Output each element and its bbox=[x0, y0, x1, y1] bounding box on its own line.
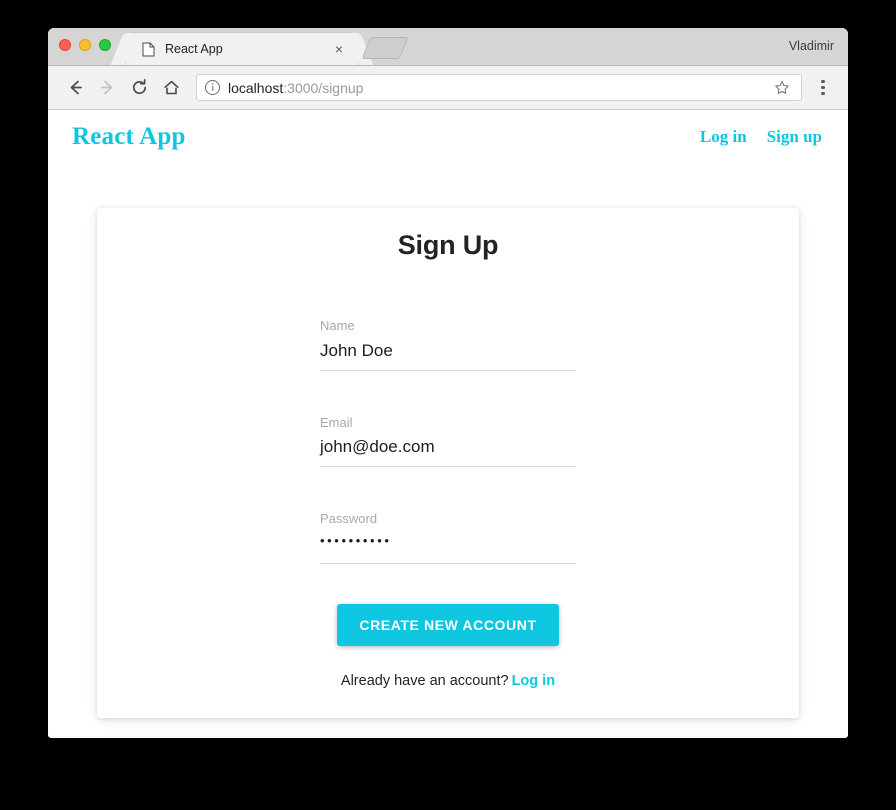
star-icon[interactable] bbox=[771, 77, 793, 99]
footer-text: Already have an account? bbox=[340, 672, 509, 689]
reload-icon[interactable] bbox=[124, 73, 154, 103]
browser-tab[interactable]: React App × bbox=[126, 33, 358, 65]
menu-dot bbox=[821, 85, 825, 90]
minimize-window-button[interactable] bbox=[79, 39, 91, 51]
maximize-window-button[interactable] bbox=[99, 39, 111, 51]
url-text: localhost:3000/signup bbox=[228, 80, 763, 96]
url-path: :3000/signup bbox=[283, 79, 364, 96]
submit-row: CREATE NEW ACCOUNT bbox=[320, 603, 576, 646]
footer-login-link[interactable]: Log in bbox=[512, 673, 556, 689]
url-host: localhost bbox=[228, 79, 284, 96]
page-title: Sign Up bbox=[397, 230, 499, 260]
document-icon bbox=[142, 42, 155, 57]
three-dot-menu-icon[interactable] bbox=[810, 73, 836, 103]
back-icon[interactable] bbox=[60, 73, 90, 103]
nav-link-login[interactable]: Log in bbox=[700, 127, 747, 147]
create-account-button[interactable]: CREATE NEW ACCOUNT bbox=[337, 603, 559, 646]
nav-link-signup[interactable]: Sign up bbox=[767, 127, 822, 147]
field-name: Name John Doe bbox=[320, 318, 576, 371]
browser-toolbar: localhost:3000/signup bbox=[48, 66, 848, 110]
card-footer: Already have an account? Log in bbox=[320, 673, 576, 689]
password-input[interactable]: •••••••••• bbox=[320, 533, 576, 564]
password-label: Password bbox=[320, 511, 378, 527]
app-nav-links: Log in Sign up bbox=[700, 127, 822, 147]
close-window-button[interactable] bbox=[59, 39, 71, 51]
email-label: Email bbox=[320, 414, 353, 430]
tab-title: React App bbox=[165, 42, 223, 56]
menu-dot bbox=[821, 92, 825, 96]
browser-window: React App × Vladimir localhost:3000/sign… bbox=[48, 28, 848, 738]
info-icon[interactable] bbox=[205, 80, 220, 95]
menu-dot bbox=[821, 79, 825, 83]
name-label: Name bbox=[320, 318, 355, 333]
browser-tab-strip: React App × Vladimir bbox=[48, 28, 848, 66]
home-icon[interactable] bbox=[156, 73, 186, 103]
page-viewport: React App Log in Sign up Sign Up Name Jo… bbox=[48, 110, 848, 735]
address-bar[interactable]: localhost:3000/signup bbox=[196, 74, 802, 101]
forward-icon bbox=[92, 73, 122, 103]
app-brand[interactable]: React App bbox=[72, 123, 186, 151]
new-tab-button[interactable] bbox=[361, 37, 409, 59]
profile-name-label[interactable]: Vladimir bbox=[789, 39, 834, 53]
field-email: Email john@doe.com bbox=[320, 415, 576, 468]
app-navbar: React App Log in Sign up bbox=[48, 110, 848, 164]
field-password: Password •••••••••• bbox=[320, 511, 576, 564]
signup-card: Sign Up Name John Doe Email john@doe.com… bbox=[97, 208, 799, 718]
email-input[interactable]: john@doe.com bbox=[320, 436, 576, 468]
name-input[interactable]: John Doe bbox=[320, 340, 576, 371]
tab-close-icon[interactable]: × bbox=[330, 40, 348, 58]
signup-form: Name John Doe Email john@doe.com Passwor… bbox=[320, 261, 576, 689]
window-controls bbox=[59, 39, 111, 51]
